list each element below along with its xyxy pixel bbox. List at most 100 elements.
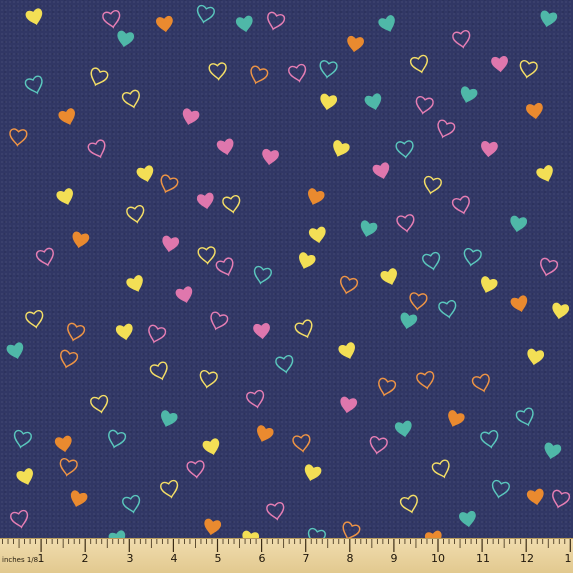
- heart-outline-icon: [160, 174, 179, 194]
- heart-outline-icon: [409, 54, 428, 74]
- heart-icon: [360, 220, 378, 238]
- heart-outline-icon: [35, 247, 54, 267]
- heart-outline-icon: [369, 436, 388, 455]
- heart-icon: [540, 10, 558, 28]
- heart-icon: [510, 295, 528, 313]
- heart-outline-icon: [67, 322, 86, 342]
- heart-outline-icon: [222, 195, 241, 214]
- heart-icon: [378, 15, 395, 32]
- heart-outline-icon: [121, 89, 140, 109]
- heart-icon: [491, 55, 508, 73]
- heart-outline-icon: [471, 373, 490, 393]
- fabric-swatch: inches 1/8 1 2 3 4 5 6 7 8 9 10 11 12 1: [0, 0, 573, 573]
- heart-outline-icon: [491, 479, 510, 499]
- heart-icon: [527, 348, 545, 366]
- heart-outline-icon: [463, 248, 482, 267]
- heart-outline-icon: [210, 311, 229, 331]
- heart-icon: [162, 235, 180, 253]
- heart-outline-icon: [415, 96, 434, 115]
- heart-icon: [182, 108, 200, 126]
- heart-outline-icon: [208, 62, 227, 81]
- heart-outline-icon: [307, 527, 326, 538]
- heart-outline-icon: [160, 479, 179, 499]
- heart-outline-icon: [540, 257, 559, 277]
- heart-icon: [338, 342, 355, 359]
- heart-icon: [16, 468, 33, 485]
- heart-icon: [526, 102, 543, 120]
- heart-icon: [320, 93, 338, 111]
- heart-outline-icon: [552, 489, 571, 509]
- heart-icon: [108, 530, 126, 538]
- heart-outline-icon: [149, 361, 168, 381]
- heart-outline-icon: [399, 494, 418, 514]
- heart-icon: [340, 396, 358, 414]
- ruler-number: 11: [476, 552, 490, 565]
- heart-outline-icon: [319, 60, 338, 79]
- ruler-number: 5: [214, 552, 222, 565]
- heart-icon: [304, 464, 322, 482]
- heart-outline-icon: [253, 265, 272, 285]
- ruler-number: 8: [346, 552, 354, 565]
- heart-outline-icon: [422, 251, 441, 271]
- heart-outline-icon: [292, 434, 311, 453]
- heart-outline-icon: [480, 430, 499, 449]
- ruler-unit-label: inches 1/8: [2, 556, 39, 564]
- heart-outline-icon: [267, 11, 286, 31]
- heart-outline-icon: [378, 377, 397, 397]
- ruler-number: 1: [564, 552, 572, 565]
- heart-outline-icon: [186, 460, 205, 479]
- heart-icon: [544, 442, 562, 460]
- heart-outline-icon: [196, 4, 215, 24]
- heart-outline-icon: [431, 459, 450, 479]
- heart-icon: [202, 438, 220, 456]
- heart-icon: [115, 323, 133, 341]
- heart-icon: [308, 226, 326, 244]
- ruler-number: 2: [81, 552, 89, 565]
- heart-icon: [459, 510, 476, 528]
- ruler-number: 7: [302, 552, 310, 565]
- heart-outline-icon: [10, 509, 29, 529]
- heart-pattern-fabric: [0, 0, 573, 538]
- heart-icon: [380, 268, 397, 285]
- heart-icon: [117, 30, 135, 48]
- heart-icon: [257, 425, 274, 442]
- heart-icon: [448, 410, 465, 427]
- heart-outline-icon: [416, 371, 435, 390]
- heart-icon: [72, 231, 90, 249]
- heart-outline-icon: [197, 246, 216, 265]
- heart-outline-icon: [342, 521, 361, 538]
- heart-outline-icon: [451, 195, 470, 215]
- heart-outline-icon: [437, 119, 456, 139]
- heart-icon: [552, 302, 570, 320]
- heart-icon: [481, 276, 498, 293]
- heart-outline-icon: [396, 214, 415, 233]
- heart-icon: [299, 252, 316, 269]
- heart-outline-icon: [409, 292, 428, 311]
- heart-icon: [196, 192, 214, 210]
- heart-outline-icon: [24, 75, 43, 95]
- heart-outline-icon: [90, 67, 109, 87]
- heart-icon: [156, 15, 173, 33]
- heart-pattern: [6, 4, 571, 538]
- heart-icon: [400, 312, 418, 330]
- heart-outline-icon: [148, 324, 167, 344]
- heart-icon: [460, 86, 478, 104]
- heart-icon: [364, 93, 382, 111]
- heart-icon: [536, 165, 553, 182]
- heart-icon: [262, 148, 279, 166]
- heart-outline-icon: [60, 349, 79, 369]
- heart-outline-icon: [90, 394, 109, 414]
- heart-icon: [481, 140, 498, 158]
- heart-outline-icon: [246, 389, 265, 409]
- heart-icon: [333, 140, 350, 157]
- heart-outline-icon: [199, 370, 218, 389]
- ruler-number: 4: [170, 552, 178, 565]
- ruler-number: 6: [258, 552, 266, 565]
- heart-icon: [372, 162, 390, 180]
- heart-icon: [56, 188, 73, 205]
- heart-outline-icon: [438, 300, 457, 319]
- ruler-number: 3: [126, 552, 134, 565]
- heart-icon: [161, 410, 178, 427]
- heart-outline-icon: [126, 205, 145, 224]
- heart-outline-icon: [215, 257, 234, 277]
